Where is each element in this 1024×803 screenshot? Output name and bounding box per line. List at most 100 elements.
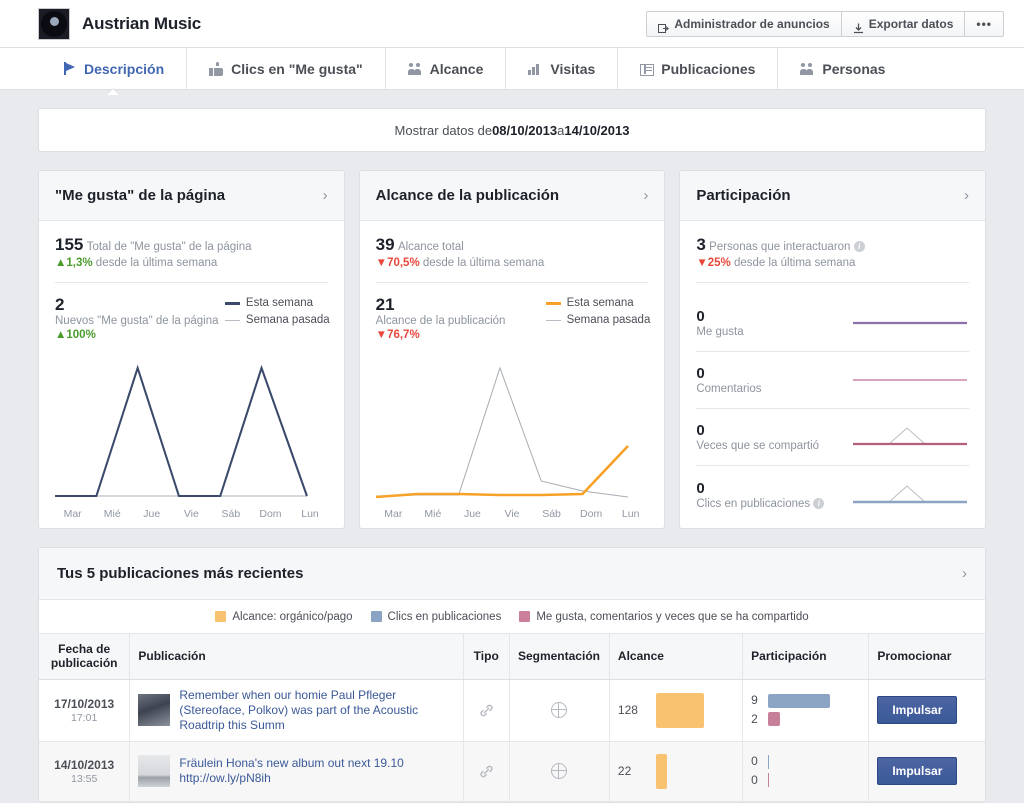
cell-post: Fräulein Hona's new album out next 19.10… [129, 741, 464, 802]
axis-tick: Mar [63, 508, 82, 520]
tab-clics-me-gusta[interactable]: Clics en "Me gusta" [187, 48, 386, 89]
export-data-label: Exportar datos [868, 16, 954, 31]
card-page-likes: "Me gusta" de la página › 155 Total de "… [38, 170, 345, 529]
post-reach-delta-pct: 76,7% [387, 329, 420, 341]
post-clicks-label-text: Clics en publicaciones [696, 497, 811, 510]
info-icon[interactable]: i [813, 497, 825, 509]
col-engagement[interactable]: Participación [742, 634, 870, 680]
divider [375, 282, 649, 283]
globe-icon [550, 762, 568, 779]
cell-engagement: 0 0 [742, 741, 870, 802]
card-engagement-title: Participación [696, 187, 791, 204]
boost-button[interactable]: Impulsar [877, 757, 958, 785]
col-targeting[interactable]: Segmentación [509, 634, 610, 680]
engagement-row-comments-text: 0 Comentarios [696, 365, 846, 395]
boost-button[interactable]: Impulsar [877, 696, 958, 724]
recent-posts-header[interactable]: Tus 5 publicaciones más recientes › [39, 548, 985, 600]
card-engagement-body: 3 Personas que interactuaron i ▼25% desd… [680, 221, 985, 528]
card-post-reach-title: Alcance de la publicación [375, 187, 560, 204]
ads-manager-button[interactable]: Administrador de anuncios [647, 11, 842, 36]
engagement-delta-arrow: ▼ [696, 257, 708, 269]
more-options-button[interactable]: ••• [965, 12, 1003, 36]
tab-publicaciones[interactable]: Publicaciones [618, 48, 779, 89]
reach-delta-rest: desde la última semana [419, 257, 545, 269]
post-text[interactable]: Remember when our homie Paul Pfleger (St… [179, 688, 454, 733]
tab-publicaciones-label: Publicaciones [661, 60, 756, 77]
reach-delta-arrow: ▼ [375, 257, 388, 269]
legend-swatch-reach [215, 611, 227, 622]
divider [696, 282, 970, 283]
axis-tick: Sáb [221, 508, 241, 520]
legend-swatch-clicks [370, 611, 382, 622]
tab-descripcion[interactable]: Descripción [40, 48, 188, 89]
info-icon[interactable]: i [853, 241, 865, 252]
insights-tabs: Descripción Clics en "Me gusta" Alcance … [0, 48, 1024, 90]
legend-label-this-week: Esta semana [245, 297, 314, 309]
chevron-right-icon[interactable]: › [323, 187, 328, 204]
new-likes-delta-arrow: ▲ [55, 329, 67, 341]
axis-tick: Mar [384, 508, 403, 520]
axis-tick: Vie [504, 508, 520, 520]
card-post-reach-header[interactable]: Alcance de la publicación › [359, 171, 665, 221]
axis-tick: Mié [424, 508, 442, 520]
card-page-likes-header[interactable]: "Me gusta" de la página › [39, 171, 344, 221]
post-date: 14/10/2013 [54, 757, 115, 772]
post-reach-axis: Mar Mié Jue Vie Sáb Dom Lun [374, 508, 651, 520]
page-avatar[interactable] [38, 7, 70, 40]
col-date[interactable]: Fecha de publicación [39, 634, 131, 680]
posts-table-head: Fecha de publicación Publicación Tipo Se… [39, 634, 985, 680]
tab-visitas[interactable]: Visitas [506, 48, 619, 89]
card-engagement: Participación › 3 Personas que interactu… [679, 170, 987, 529]
card-post-reach: Alcance de la publicación › 39 Alcance t… [358, 170, 666, 529]
cell-promote: Impulsar [868, 679, 985, 742]
axis-tick: Dom [580, 508, 603, 520]
engaged-people-value: 3 [696, 235, 706, 254]
table-row[interactable]: 17/10/2013 17:01 Remember when our homie… [39, 679, 985, 742]
ads-manager-icon [658, 18, 670, 33]
legend-item-this-week: Esta semana [224, 295, 330, 312]
axis-tick: Jue [463, 508, 481, 520]
chevron-right-icon[interactable]: › [964, 187, 969, 204]
chevron-right-icon[interactable]: › [962, 565, 967, 582]
col-reach[interactable]: Alcance [609, 634, 744, 680]
legend-label-engagement: Me gusta, comentarios y veces que se ha … [536, 610, 809, 623]
page-likes-delta: ▲1,3% desde la última semana [55, 257, 328, 269]
page-likes-delta-arrow: ▲ [55, 257, 67, 269]
engagement-row-likes: 0 Me gusta [696, 295, 970, 352]
date-range-bar[interactable]: Mostrar datos de 08/10/2013 a 14/10/2013 [38, 108, 986, 152]
shares-value: 0 [696, 422, 705, 439]
legend-item-last-week: Semana pasada [224, 312, 330, 329]
tab-alcance[interactable]: Alcance [386, 48, 507, 89]
cell-reach: 128 [609, 679, 744, 742]
window-list-icon [640, 63, 655, 76]
comments-sparkline [846, 365, 969, 395]
cell-date: 14/10/2013 13:55 [39, 741, 131, 802]
col-promote[interactable]: Promocionar [868, 634, 985, 680]
axis-tick: Jue [143, 508, 161, 520]
reach-bar [655, 692, 704, 728]
engagement-likes-bar [767, 712, 780, 726]
people-icon [407, 62, 423, 76]
post-thumbnail[interactable] [138, 694, 171, 726]
page-likes-legend: Esta semana Semana pasada [224, 295, 330, 329]
chevron-right-icon[interactable]: › [643, 187, 648, 204]
col-post[interactable]: Publicación [129, 634, 464, 680]
post-thumbnail[interactable] [138, 755, 171, 787]
post-reach-chart[interactable]: Mar Mié Jue Vie Sáb Dom Lun [374, 358, 651, 520]
cell-targeting [509, 679, 610, 742]
divider [55, 282, 328, 283]
posts-legend-item-engagement: Me gusta, comentarios y veces que se ha … [519, 610, 809, 623]
reach-value: 128 [617, 703, 638, 717]
cell-date: 17/10/2013 17:01 [39, 679, 131, 742]
card-post-reach-body: 39 Alcance total ▼70,5% desde la última … [360, 221, 665, 528]
post-text[interactable]: Fräulein Hona's new album out next 19.10… [179, 756, 454, 786]
export-data-button[interactable]: Exportar datos [842, 11, 966, 36]
date-range-joiner: a [557, 122, 565, 138]
table-row[interactable]: 14/10/2013 13:55 Fräulein Hona's new alb… [39, 741, 985, 802]
tab-personas[interactable]: Personas [778, 48, 907, 89]
card-engagement-header[interactable]: Participación › [680, 171, 986, 221]
page-likes-chart[interactable]: Mar Mié Jue Vie Sáb Dom Lun [53, 358, 330, 520]
col-type[interactable]: Tipo [463, 634, 510, 680]
card-page-likes-body: 155 Total de "Me gusta" de la página ▲1,… [39, 221, 344, 528]
new-likes-delta: ▲100% [55, 329, 328, 341]
